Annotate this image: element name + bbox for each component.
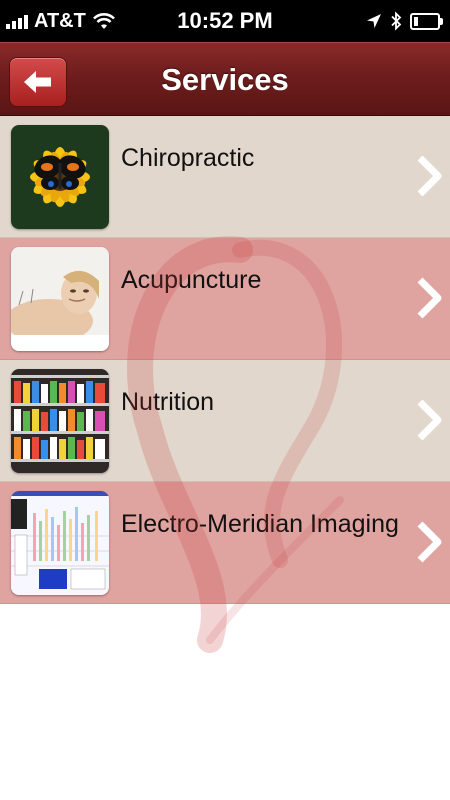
electro-meridian-imaging-thumbnail xyxy=(11,491,109,595)
chevron-right-icon xyxy=(417,399,442,441)
status-left: AT&T xyxy=(6,10,116,33)
acupuncture-thumbnail xyxy=(11,247,109,351)
list-item-label: Chiropractic xyxy=(121,144,255,172)
location-icon xyxy=(367,14,381,28)
carrier-label: AT&T xyxy=(34,9,86,32)
back-button[interactable] xyxy=(9,57,67,107)
list-item-label: Acupuncture xyxy=(121,266,262,294)
battery-icon xyxy=(410,12,443,30)
chevron-right-icon xyxy=(417,277,442,319)
status-right xyxy=(366,11,443,31)
list-item-label: Electro-Meridian Imaging xyxy=(121,510,399,538)
chiropractic-thumbnail xyxy=(11,125,109,229)
signal-icon xyxy=(6,13,28,29)
list-item-chiropractic[interactable]: Chiropractic xyxy=(0,116,450,238)
list-item-nutrition[interactable]: Nutrition xyxy=(0,360,450,482)
list-item-electro-meridian-imaging[interactable]: Electro-Meridian Imaging xyxy=(0,482,450,604)
chevron-right-icon xyxy=(417,155,442,197)
services-list: Chiropractic Acupuncture Nutrition Elect… xyxy=(0,116,450,604)
back-arrow-icon xyxy=(24,71,51,93)
status-bar: AT&T 10:52 PM xyxy=(0,0,450,42)
chevron-right-icon xyxy=(417,521,442,563)
wifi-icon xyxy=(92,13,115,29)
navigation-bar: Services xyxy=(0,42,450,116)
page-title: Services xyxy=(161,62,289,97)
list-item-label: Nutrition xyxy=(121,388,215,416)
bluetooth-icon xyxy=(391,11,402,31)
list-item-acupuncture[interactable]: Acupuncture xyxy=(0,238,450,360)
nutrition-thumbnail xyxy=(11,369,109,473)
